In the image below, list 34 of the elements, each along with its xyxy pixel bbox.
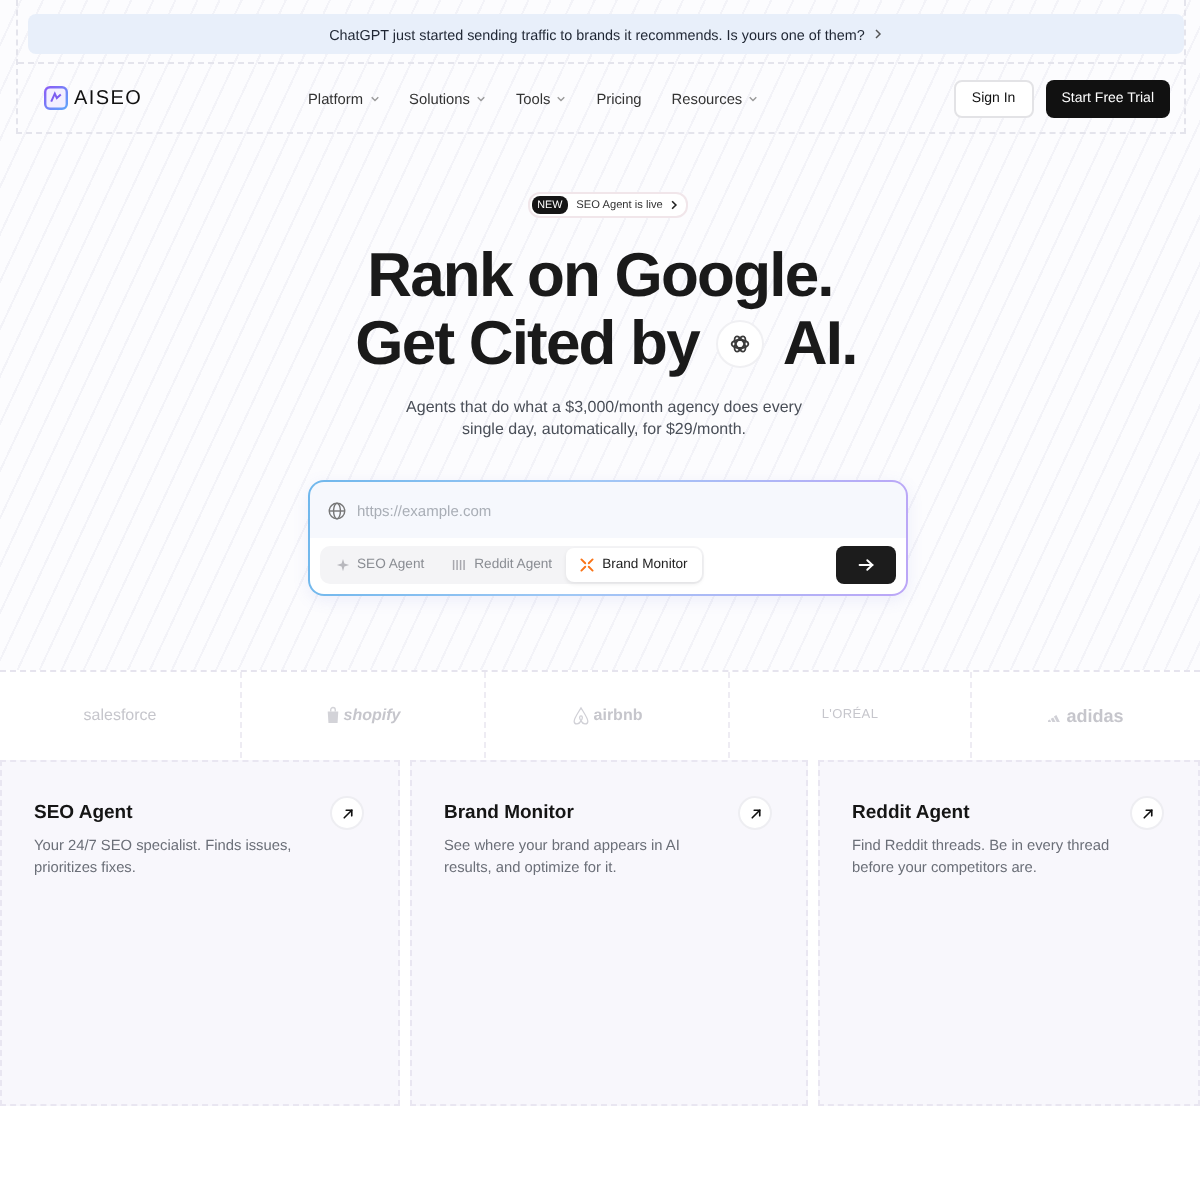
caret-icon [748, 95, 759, 101]
headline: Rank on Google. [367, 242, 833, 310]
caret-icon [369, 95, 380, 101]
headline: Get Cited by [355, 310, 699, 378]
subtitle: Agents that do what a $3,000/month agency does every single day, automatically, for $29/month. [404, 396, 804, 440]
brand-name: AISEO [74, 87, 143, 109]
logo-wordmark: salesforce [83, 706, 157, 724]
chevron-right-icon [874, 28, 883, 40]
chevron-right-icon [670, 200, 679, 210]
globe-icon [327, 501, 345, 519]
logo-wordmark: shopify [343, 706, 401, 724]
arrow-up-right-icon [1141, 807, 1153, 819]
headline: AI. [782, 310, 857, 378]
x-mark-icon [580, 558, 595, 572]
card-title: Reddit Agent [852, 802, 970, 824]
logo-wordmark: airbnb [593, 706, 643, 724]
open-button[interactable] [330, 796, 364, 830]
rosette-icon [716, 320, 765, 368]
bars-icon [452, 560, 467, 570]
card-title: SEO Agent [34, 802, 133, 824]
arrow-up-right-icon [749, 807, 761, 819]
shopping-bag-icon [325, 706, 340, 724]
arrow-right-icon [857, 558, 873, 572]
logo-icon [44, 86, 68, 110]
arrow-up-right-icon [341, 807, 353, 819]
loop-icon [571, 705, 590, 725]
card-title: Brand Monitor [444, 802, 574, 824]
caret-icon [556, 95, 567, 101]
submit-button[interactable] [835, 546, 895, 584]
logo-wordmark: adidas [1066, 705, 1124, 725]
caret-icon [475, 95, 486, 101]
open-button[interactable] [738, 796, 772, 830]
sparkle-icon [335, 558, 349, 572]
open-button[interactable] [1130, 796, 1164, 830]
